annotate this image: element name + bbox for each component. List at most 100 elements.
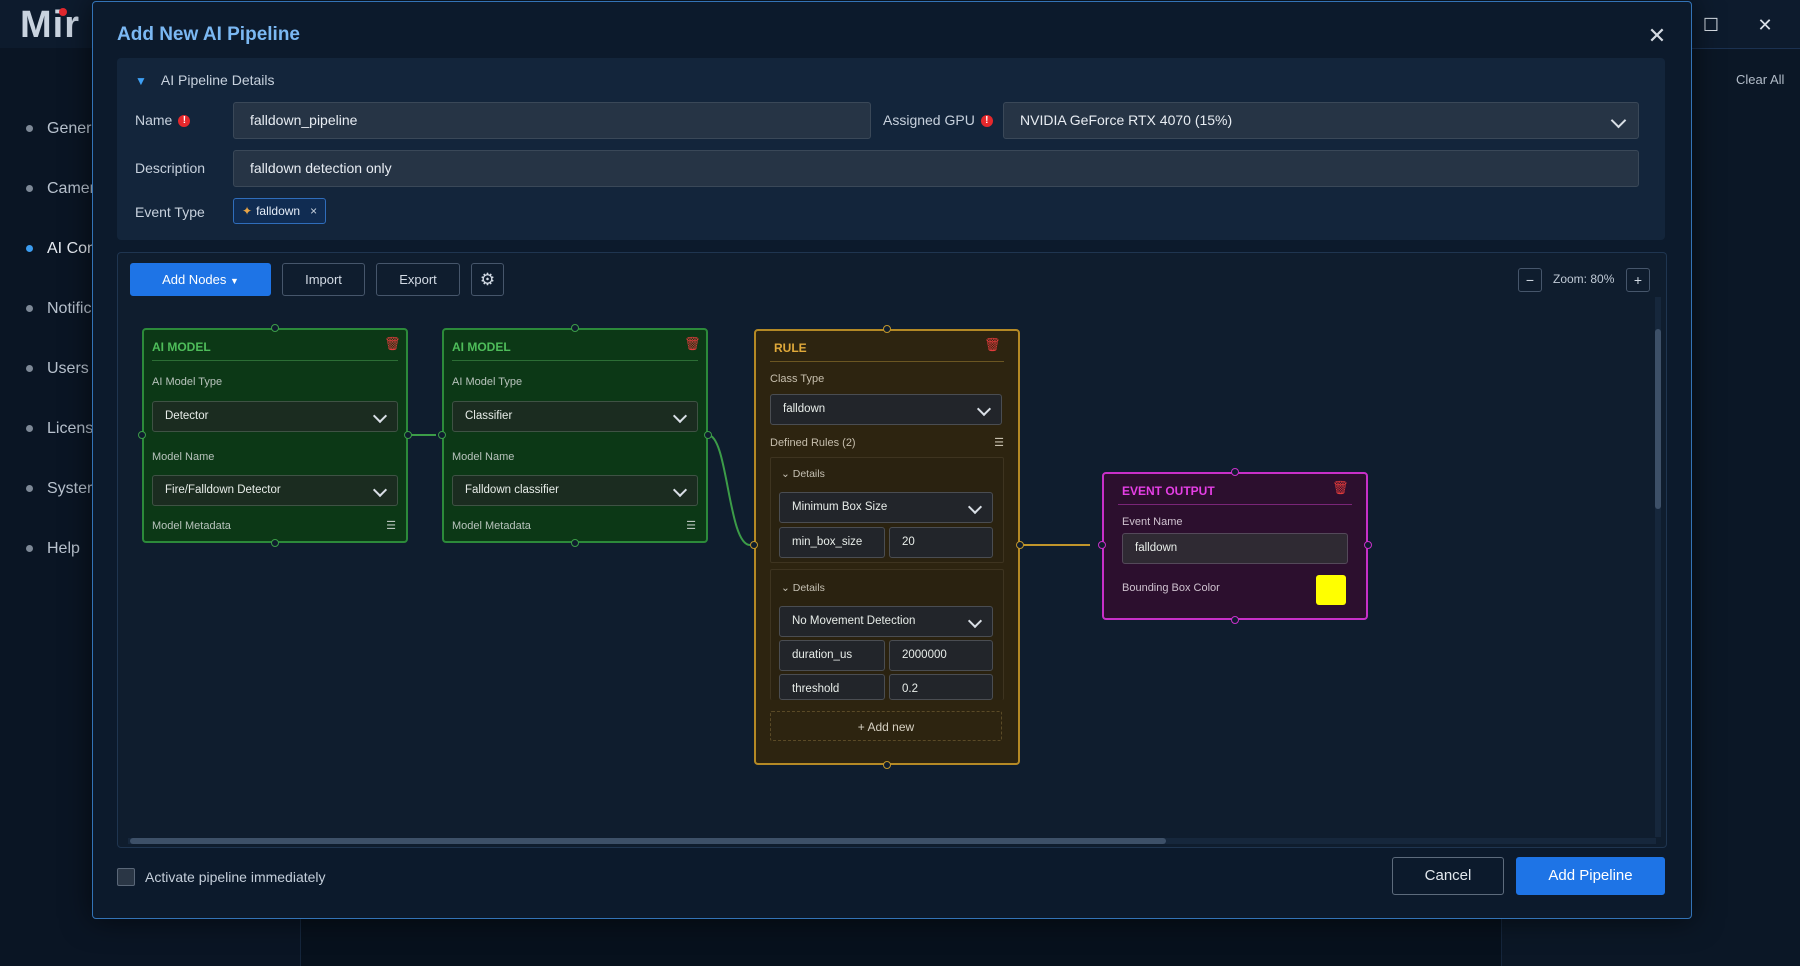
param-value[interactable]: 0.2 (889, 674, 993, 700)
port-right[interactable] (404, 431, 412, 439)
add-pipeline-button[interactable]: Add Pipeline (1516, 857, 1665, 895)
ai-model-type-select[interactable]: Classifier (452, 401, 698, 432)
name-input[interactable]: falldown_pipeline (233, 102, 871, 139)
chevron-down-icon (672, 482, 688, 498)
event-output-node[interactable]: EVENT OUTPUT 🗑 Event Name falldown Bound… (1102, 472, 1368, 620)
maximize-icon[interactable]: ☐ (1700, 14, 1722, 36)
chevron-down-icon (976, 401, 992, 417)
pipeline-canvas[interactable]: Add Nodes ▼ Import Export ⚙ − Zoom: 80% … (117, 252, 1667, 848)
node-title: EVENT OUTPUT (1122, 484, 1215, 498)
gpu-select[interactable]: NVIDIA GeForce RTX 4070 (15%) (1003, 102, 1639, 139)
bullet-icon (26, 125, 33, 133)
add-pipeline-modal: Add New AI Pipeline ✕ ▼ AI Pipeline Detai… (92, 1, 1692, 919)
port-top[interactable] (1231, 468, 1239, 476)
model-name-select[interactable]: Fire/Falldown Detector (152, 475, 398, 506)
port-top[interactable] (883, 325, 891, 333)
rule-details-toggle[interactable]: ⌄ Details (781, 468, 825, 480)
sidebar-item-notifications[interactable]: Notific (26, 300, 91, 318)
close-icon[interactable]: ✕ (1754, 14, 1776, 36)
model-metadata-label: Model Metadata (152, 520, 231, 532)
port-right[interactable] (1364, 541, 1372, 549)
chevron-down-icon (372, 482, 388, 498)
rule-details-toggle[interactable]: ⌄ Details (781, 582, 825, 594)
trash-icon[interactable]: 🗑 (1332, 480, 1349, 495)
remove-tag-icon[interactable]: × (310, 204, 317, 218)
ai-model-type-label: AI Model Type (452, 376, 523, 388)
logo-dot (59, 8, 67, 16)
defined-rules-label: Defined Rules (2) (770, 437, 856, 449)
ai-model-type-select[interactable]: Detector (152, 401, 398, 432)
node-title: RULE (774, 341, 807, 355)
event-name-input[interactable]: falldown (1122, 533, 1348, 564)
rule-type-select[interactable]: No Movement Detection (779, 606, 993, 637)
description-label: Description (135, 160, 206, 176)
sidebar-item-help[interactable]: Help (26, 540, 80, 558)
rule-type-select[interactable]: Minimum Box Size (779, 492, 993, 523)
bbox-color-swatch[interactable] (1316, 575, 1346, 605)
port-bottom[interactable] (571, 539, 579, 547)
rules-list-icon[interactable]: ☰ (994, 436, 1004, 449)
bullet-icon (26, 365, 33, 373)
param-value[interactable]: 20 (889, 527, 993, 558)
class-type-select[interactable]: falldown (770, 394, 1002, 425)
activate-label: Activate pipeline immediately (145, 869, 326, 885)
details-toggle[interactable]: ▼ AI Pipeline Details (135, 72, 275, 88)
param-value[interactable]: 2000000 (889, 640, 993, 671)
port-top[interactable] (271, 324, 279, 332)
sidebar-item-general[interactable]: Genera (26, 120, 100, 138)
sidebar-item-cameras[interactable]: Camer (26, 180, 95, 198)
trash-icon[interactable]: 🗑 (984, 337, 1001, 352)
rule-panel-2: ⌄ Details No Movement Detection duration… (770, 569, 1004, 700)
required-icon: ! (178, 115, 191, 128)
port-left[interactable] (438, 431, 446, 439)
port-left[interactable] (750, 541, 758, 549)
port-left[interactable] (1098, 541, 1106, 549)
trash-icon[interactable]: 🗑 (384, 336, 401, 351)
metadata-list-icon[interactable]: ☰ (686, 519, 696, 532)
port-bottom[interactable] (1231, 616, 1239, 624)
event-type-tag: ✦ falldown × (233, 198, 327, 224)
vertical-scroll-thumb[interactable] (1655, 329, 1661, 509)
event-type-label: Event Type (135, 204, 205, 220)
param-key[interactable]: threshold (779, 674, 885, 700)
model-name-select[interactable]: Falldown classifier (452, 475, 698, 506)
horizontal-scroll-thumb[interactable] (130, 838, 1166, 844)
rule-node[interactable]: RULE 🗑 Class Type falldown Defined Rules… (754, 329, 1020, 765)
node-divider (152, 360, 398, 361)
add-new-rule-button[interactable]: + Add new (770, 711, 1002, 741)
node-divider (452, 360, 698, 361)
param-key[interactable]: duration_us (779, 640, 885, 671)
port-right[interactable] (1016, 541, 1024, 549)
rule-panel-1: ⌄ Details Minimum Box Size min_box_size … (770, 457, 1004, 563)
sidebar-item-license[interactable]: Licens (26, 420, 93, 438)
chevron-down-icon (372, 408, 388, 424)
port-top[interactable] (571, 324, 579, 332)
bbox-color-label: Bounding Box Color (1122, 582, 1220, 594)
gpu-label: Assigned GPU! (883, 112, 993, 128)
bullet-icon (26, 305, 33, 313)
chevron-down-icon (967, 499, 983, 515)
description-input[interactable]: falldown detection only (233, 150, 1639, 187)
port-bottom[interactable] (271, 539, 279, 547)
param-key[interactable]: min_box_size (779, 527, 885, 558)
node-divider (770, 361, 1004, 362)
cancel-button[interactable]: Cancel (1392, 857, 1504, 895)
port-bottom[interactable] (883, 761, 891, 769)
bullet-icon (26, 485, 33, 493)
sidebar-item-users[interactable]: Users (26, 360, 89, 378)
ai-model-node-classifier[interactable]: AI MODEL 🗑 AI Model Type Classifier Mode… (442, 328, 708, 543)
ai-model-node-detector[interactable]: AI MODEL 🗑 AI Model Type Detector Model … (142, 328, 408, 543)
trash-icon[interactable]: 🗑 (684, 336, 701, 351)
modal-close-icon[interactable]: ✕ (1643, 22, 1671, 50)
port-right[interactable] (704, 431, 712, 439)
pipeline-details-section: ▼ AI Pipeline Details Name! falldown_pipe… (117, 58, 1665, 240)
ai-model-type-label: AI Model Type (152, 376, 223, 388)
clear-all-link[interactable]: Clear All (1736, 72, 1784, 87)
bullet-icon (26, 425, 33, 433)
name-label: Name! (135, 112, 191, 128)
sidebar-item-ai-config[interactable]: AI Con (26, 240, 96, 258)
metadata-list-icon[interactable]: ☰ (386, 519, 396, 532)
port-left[interactable] (138, 431, 146, 439)
activate-checkbox[interactable] (117, 868, 135, 886)
sidebar-item-system[interactable]: Syster (26, 480, 92, 498)
